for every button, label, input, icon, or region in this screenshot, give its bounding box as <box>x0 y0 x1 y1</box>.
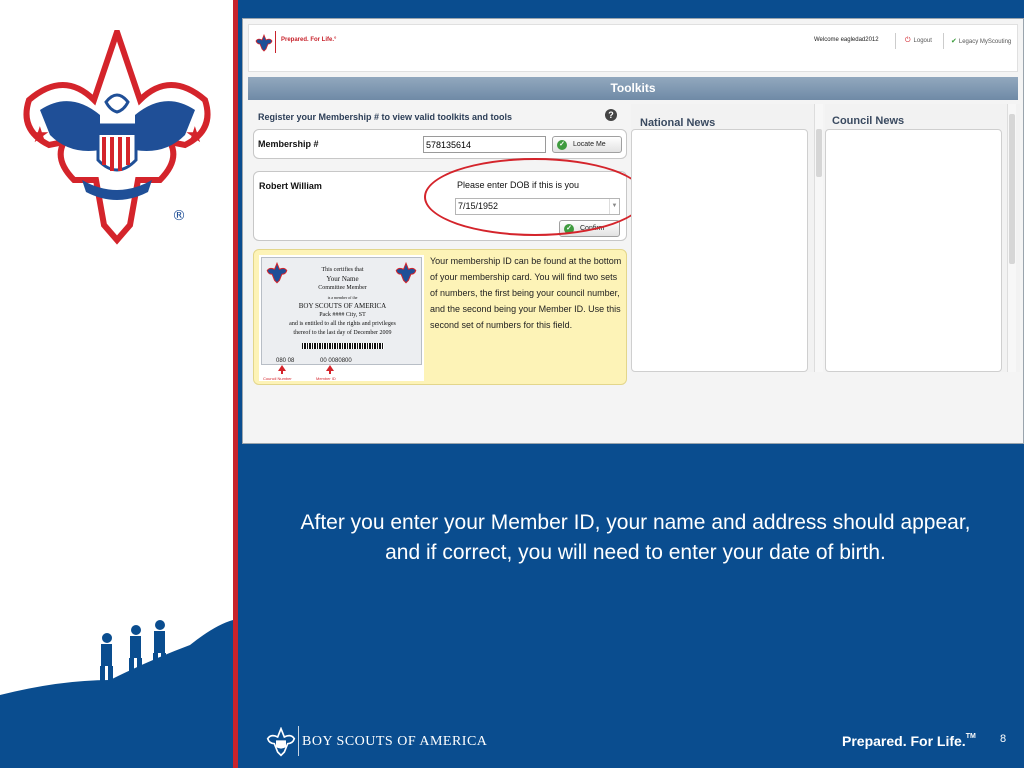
register-title: Register your Membership # to view valid… <box>258 112 513 122</box>
bsa-logo-icon <box>266 727 296 757</box>
arrow-stem <box>329 370 331 374</box>
brand-tagline[interactable]: Prepared. For Life.° <box>281 37 336 43</box>
svg-text:★: ★ <box>30 123 50 148</box>
scrollbar-thumb[interactable] <box>1009 114 1015 264</box>
card-line: Your Name <box>326 275 359 283</box>
slide-caption: After you enter your Member ID, your nam… <box>300 511 971 564</box>
card-line: thereof to the last day of December 2009 <box>293 330 392 336</box>
council-news-content <box>825 129 1002 372</box>
highlight-oval <box>424 158 646 236</box>
membership-label: Membership # <box>258 139 319 149</box>
membership-help-box: This certifies that Your Name Committee … <box>253 249 627 385</box>
card-line: is a member of the <box>327 295 358 300</box>
council-news-scrollbar[interactable] <box>1007 104 1016 372</box>
barcode <box>302 343 384 349</box>
person-name: Robert William <box>259 181 322 191</box>
locate-me-button[interactable]: ✓ Locate Me <box>552 136 622 153</box>
bsa-logo-icon <box>255 34 273 52</box>
card-line: and is entitled to all the rights and pr… <box>289 321 396 327</box>
council-number-label: Council Number <box>263 376 292 381</box>
card-line: Committee Member <box>318 285 367 291</box>
locate-me-label: Locate Me <box>573 141 606 148</box>
footer-separator <box>298 726 299 756</box>
card-text: This certifies that Your Name Committee … <box>262 266 423 338</box>
check-circle-icon: ✔ <box>951 38 957 45</box>
header-divider <box>895 33 896 49</box>
power-icon: ⏻ <box>905 37 911 44</box>
national-news-title: National News <box>640 117 716 129</box>
person-box: Robert William Please enter DOB if this … <box>253 158 646 241</box>
trademark-mark: TM <box>965 733 976 740</box>
logout-label: Logout <box>913 38 932 44</box>
toolkits-title-bar: Toolkits <box>248 77 1018 100</box>
national-news-panel: National News <box>631 104 823 372</box>
arrow-stem <box>281 370 283 374</box>
member-id-label: Member ID <box>316 376 336 381</box>
council-number-value: 080 08 <box>276 358 295 364</box>
card-line: Pack #### City, ST <box>319 312 366 318</box>
card-line: This certifies that <box>321 267 364 273</box>
fleur-de-lis-logo: ★ ★ ® <box>23 30 211 245</box>
national-news-scrollbar[interactable] <box>814 104 823 372</box>
membership-card: This certifies that Your Name Committee … <box>261 257 422 365</box>
footer-org-name: BOY SCOUTS OF AMERICA <box>302 734 488 749</box>
header-separator <box>275 31 276 53</box>
member-id-value: 00 0080800 <box>320 358 352 364</box>
left-panel: ★ ★ ® <box>0 0 233 768</box>
national-news-content <box>631 129 808 372</box>
legacy-label: Legacy MyScouting <box>958 39 1012 45</box>
footer-tagline-text: Prepared. For Life. <box>842 733 966 749</box>
council-news-panel: Council News <box>825 104 1020 372</box>
check-icon: ✓ <box>557 139 567 150</box>
svg-text:®: ® <box>172 208 186 224</box>
svg-text:★: ★ <box>185 123 205 148</box>
card-line: BOY SCOUTS OF AMERICA <box>298 302 387 310</box>
footer-tagline: Prepared. For Life.TM <box>842 733 976 749</box>
logout-link[interactable]: ⏻ Logout <box>905 37 932 45</box>
app-header: Prepared. For Life.° Welcome eagledad201… <box>248 24 1018 72</box>
legacy-myscouting-link[interactable]: ✔ Legacy MyScouting <box>951 37 1011 45</box>
header-divider <box>943 33 944 49</box>
scrollbar-thumb[interactable] <box>816 129 822 177</box>
membership-box: Membership # ✓ Locate Me <box>253 129 627 159</box>
page-number: 8 <box>1000 733 1007 745</box>
help-text: Your membership ID can be found at the b… <box>430 256 622 330</box>
membership-card-image: This certifies that Your Name Committee … <box>259 255 424 381</box>
membership-input[interactable] <box>423 136 546 153</box>
welcome-text: Welcome eagledad2012 <box>814 37 879 43</box>
app-screenshot: Prepared. For Life.° Welcome eagledad201… <box>242 18 1024 444</box>
hikers-silhouette <box>0 620 233 768</box>
council-news-title: Council News <box>832 115 905 127</box>
help-icon[interactable]: ? <box>605 109 617 121</box>
